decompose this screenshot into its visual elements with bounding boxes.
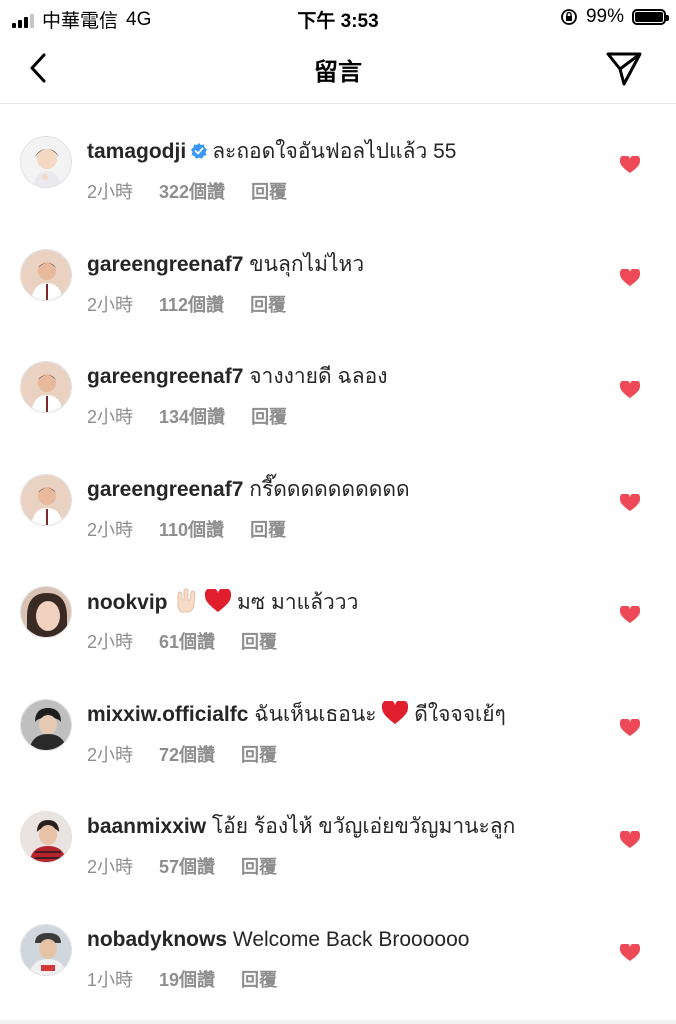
comment-text: tamagodji ละถอดใจอันฟอลไปแล้ว 55 bbox=[87, 138, 456, 166]
battery-icon bbox=[632, 9, 669, 25]
comment-username[interactable]: nookvip bbox=[87, 591, 168, 614]
avatar[interactable] bbox=[20, 698, 72, 751]
rotation-lock-icon bbox=[561, 9, 577, 25]
heart-icon[interactable] bbox=[620, 268, 640, 287]
reply-button[interactable]: 回覆 bbox=[251, 182, 287, 202]
comment-likes[interactable]: 61個讚 bbox=[159, 632, 215, 652]
comment-meta: 2小時 322個讚 回覆 bbox=[87, 178, 313, 204]
reply-button[interactable]: 回覆 bbox=[250, 520, 286, 540]
comment-time: 2小時 bbox=[87, 632, 134, 652]
reply-button[interactable]: 回覆 bbox=[241, 970, 277, 990]
comment-text: gareengreenaf7 ขนลุกไม่ไหว bbox=[87, 251, 364, 279]
nav-bar: 留言 bbox=[0, 36, 676, 104]
avatar[interactable] bbox=[20, 248, 72, 301]
comment-username[interactable]: tamagodji bbox=[87, 140, 186, 163]
comment-body: จางงายดี ฉลอง bbox=[249, 365, 388, 388]
comment-item: baanmixxiw โอ้ย ร้องไห้ ขวัญเอ่ยขวัญมานะ… bbox=[0, 779, 676, 892]
comment-time: 2小時 bbox=[87, 744, 134, 765]
comment-text: mixxiw.officialfc ฉันเห็นเธอนะ ดีใจจจเย้… bbox=[87, 700, 506, 729]
comment-username[interactable]: gareengreenaf7 bbox=[87, 365, 243, 388]
comment-meta: 2小時 112個讚 回覆 bbox=[87, 291, 312, 317]
comment-body: ขนลุกไม่ไหว bbox=[249, 252, 365, 276]
comment-text: nobadyknows Welcome Back Broooooo bbox=[87, 926, 469, 954]
comment-item: nobadyknows Welcome Back Broooooo 1小時 19個… bbox=[0, 892, 676, 1005]
comment-time: 2小時 bbox=[87, 407, 134, 427]
heart-icon[interactable] bbox=[620, 718, 640, 737]
heart-icon[interactable] bbox=[620, 606, 640, 624]
comment-body: ฉันเห็นเธอนะ bbox=[254, 702, 377, 726]
comment-item: mixxiw.officialfc ฉันเห็นเธอนะ ดีใจจจเย้… bbox=[0, 667, 676, 780]
comment-likes[interactable]: 134個讚 bbox=[159, 407, 225, 427]
comment-meta: 2小時 61個讚 回覆 bbox=[87, 628, 303, 654]
avatar[interactable] bbox=[20, 923, 72, 976]
heart-icon[interactable] bbox=[620, 156, 640, 174]
comment-item: gareengreenaf7 กรี๊ดดดดดดดดดด 2小時 110個讚 回覆 bbox=[0, 442, 676, 555]
comment-username[interactable]: gareengreenaf7 bbox=[87, 478, 243, 501]
status-right: 99% bbox=[560, 6, 669, 28]
battery-percent: 99% bbox=[585, 6, 624, 27]
comment-likes[interactable]: 72個讚 bbox=[159, 745, 215, 765]
comment-body: กรี๊ดดดดดดดดดด bbox=[249, 477, 410, 501]
comment-body: โอ้ย ร้องไห้ ขวัญเอ่ยขวัญมานะลูก bbox=[211, 815, 516, 838]
comment-likes[interactable]: 110個讚 bbox=[159, 520, 224, 540]
page-title: 留言 bbox=[314, 59, 362, 86]
heart-icon[interactable] bbox=[620, 381, 640, 399]
comment-time: 2小時 bbox=[87, 182, 134, 202]
reply-button[interactable]: 回覆 bbox=[241, 632, 277, 652]
comment-username[interactable]: baanmixxiw bbox=[87, 815, 206, 838]
comment-time: 2小時 bbox=[87, 294, 134, 315]
comment-meta: 2小時 72個讚 回覆 bbox=[87, 741, 303, 767]
comment-text: baanmixxiw โอ้ย ร้องไห้ ขวัญเอ่ยขวัญมานะ… bbox=[87, 813, 515, 841]
comment-likes[interactable]: 322個讚 bbox=[159, 182, 225, 202]
red-heart-emoji bbox=[382, 700, 409, 724]
avatar[interactable] bbox=[20, 586, 72, 638]
comment-body: ละถอดใจอันฟอลไปแล้ว 55 bbox=[212, 140, 457, 163]
avatar[interactable] bbox=[20, 473, 72, 526]
divider bbox=[0, 1020, 676, 1024]
comment-username[interactable]: nobadyknows bbox=[87, 928, 227, 951]
avatar[interactable] bbox=[20, 811, 72, 863]
red-heart-emoji bbox=[205, 589, 232, 612]
comment-time: 2小時 bbox=[87, 857, 134, 877]
comment-item: gareengreenaf7 จางงายดี ฉลอง 2小時 134個讚 回覆 bbox=[0, 329, 676, 442]
reply-button[interactable]: 回覆 bbox=[241, 857, 277, 877]
comment-username[interactable]: mixxiw.officialfc bbox=[87, 703, 248, 726]
comment-time: 2小時 bbox=[87, 519, 134, 540]
comment-body: มซ มาแล้ววว bbox=[237, 591, 359, 614]
comment-body-continued: ดีใจจจเย้ๆ bbox=[414, 702, 506, 726]
heart-icon[interactable] bbox=[620, 943, 640, 962]
avatar[interactable] bbox=[20, 136, 72, 188]
comment-likes[interactable]: 112個讚 bbox=[159, 295, 224, 315]
comment-text: gareengreenaf7 จางงายดี ฉลอง bbox=[87, 363, 387, 391]
status-bar: 中華電信 4G 下午 3:53 99% bbox=[0, 0, 676, 36]
comment-text: gareengreenaf7 กรี๊ดดดดดดดดดด bbox=[87, 476, 410, 504]
comment-item: tamagodji ละถอดใจอันฟอลไปแล้ว 55 2小時 322個讚… bbox=[0, 104, 676, 217]
comment-list: tamagodji ละถอดใจอันฟอลไปแล้ว 55 2小時 322個讚… bbox=[0, 104, 676, 1004]
reply-button[interactable]: 回覆 bbox=[250, 295, 286, 315]
verified-badge-icon bbox=[191, 143, 208, 159]
paper-plane-icon[interactable] bbox=[604, 50, 644, 88]
heart-icon[interactable] bbox=[620, 831, 640, 849]
comment-meta: 2小時 57個讚 回覆 bbox=[87, 853, 303, 879]
heart-icon[interactable] bbox=[620, 493, 640, 512]
reply-button[interactable]: 回覆 bbox=[241, 745, 277, 765]
comment-item: nookvip มซ มาแล้ววว 2小時 61個讚 回覆 bbox=[0, 554, 676, 667]
love-you-gesture-emoji bbox=[177, 588, 196, 613]
reply-button[interactable]: 回覆 bbox=[251, 407, 287, 427]
comment-likes[interactable]: 57個讚 bbox=[159, 857, 215, 877]
avatar[interactable] bbox=[20, 361, 72, 413]
comment-text: nookvip มซ มาแล้ววว bbox=[87, 588, 358, 617]
comment-body: Welcome Back Broooooo bbox=[232, 927, 470, 951]
comment-meta: 2小時 110個讚 回覆 bbox=[87, 516, 312, 542]
comment-meta: 1小時 19個讚 回覆 bbox=[87, 966, 303, 992]
comment-likes[interactable]: 19個讚 bbox=[159, 970, 215, 990]
comment-meta: 2小時 134個讚 回覆 bbox=[87, 403, 313, 429]
comment-item: gareengreenaf7 ขนลุกไม่ไหว 2小時 112個讚 回覆 bbox=[0, 217, 676, 330]
comment-username[interactable]: gareengreenaf7 bbox=[87, 253, 243, 276]
comment-time: 1小時 bbox=[87, 969, 134, 990]
